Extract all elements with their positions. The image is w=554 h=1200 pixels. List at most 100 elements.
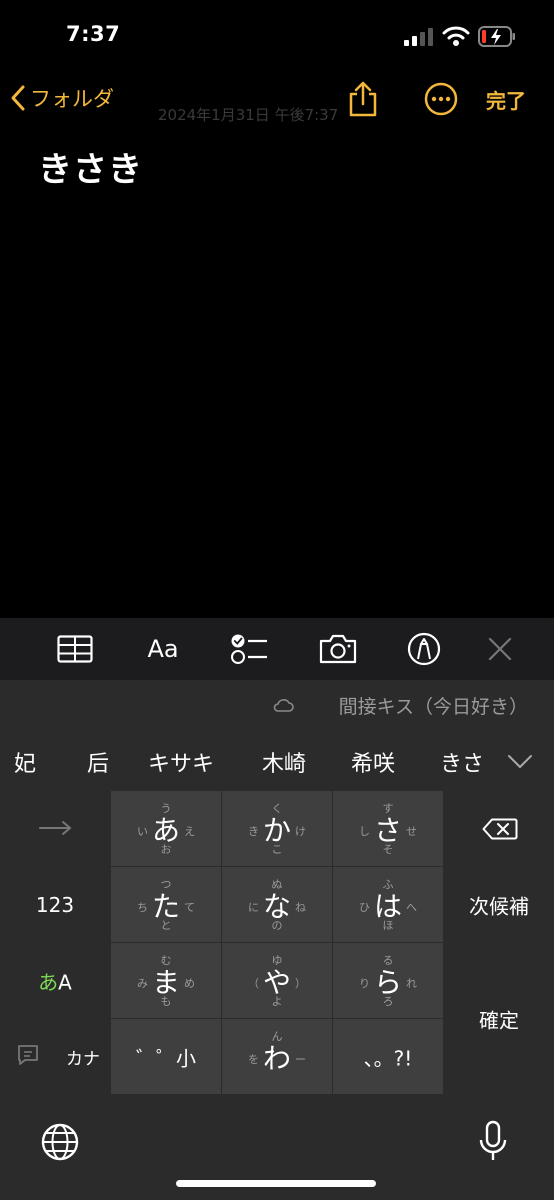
kana-key-flick-bottom: ろ: [382, 995, 394, 1008]
cursor-right-key[interactable]: [0, 791, 110, 866]
confirm-key[interactable]: 確定: [444, 943, 554, 1094]
cloud-icon: [273, 699, 294, 712]
kana-key-flick-top: ふ: [382, 878, 394, 891]
kana-key-flick-bottom: ほ: [382, 919, 394, 932]
key-label: 次候補: [469, 894, 529, 918]
key-label: 123: [35, 892, 75, 917]
kana-key-flick-left: い: [137, 825, 148, 838]
table-button[interactable]: [56, 632, 94, 666]
kana-key-flick-top: ぬ: [271, 878, 283, 891]
candidate-item[interactable]: 希咲: [351, 746, 395, 778]
candidate-item[interactable]: 后: [87, 746, 109, 778]
chevron-down-icon[interactable]: [506, 752, 534, 770]
wifi-icon: [442, 26, 470, 46]
emoji-key[interactable]: [0, 1019, 55, 1094]
key-label: 確定: [479, 1008, 519, 1032]
kana-key-flick-bottom: の: [271, 919, 283, 932]
key-label: カナ: [66, 1049, 100, 1069]
kana-key-flick-right: せ: [406, 825, 417, 838]
kana-key[interactable]: やゆ（）よ: [222, 943, 332, 1018]
kana-key[interactable]: まむみめも: [111, 943, 221, 1018]
note-text[interactable]: きさき: [38, 142, 143, 191]
checklist-icon: [231, 634, 267, 664]
kana-key[interactable]: なぬにねの: [222, 867, 332, 942]
microphone-icon[interactable]: [478, 1120, 508, 1164]
kana-key[interactable]: わんをー: [222, 1019, 332, 1094]
markup-button[interactable]: [406, 632, 442, 666]
kana-key[interactable]: ゛゜小: [111, 1019, 221, 1094]
kana-key-main: 、。?!: [363, 1046, 413, 1070]
kana-key-flick-right: て: [184, 901, 195, 914]
kana-key-flick-bottom: こ: [271, 843, 283, 856]
kana-key[interactable]: はふひへほ: [333, 867, 443, 942]
kana-key[interactable]: 、。?!: [333, 1019, 443, 1094]
message-icon: [18, 1045, 38, 1065]
kana-key-flick-right: め: [184, 977, 195, 990]
candidate-item[interactable]: 木崎: [262, 746, 306, 778]
next-candidate-key[interactable]: 次候補: [444, 867, 554, 942]
kana-key-flick-right: へ: [406, 901, 417, 914]
kana-key-flick-top: る: [382, 954, 394, 967]
candidate-item[interactable]: 妃: [14, 746, 36, 778]
share-icon[interactable]: [346, 80, 380, 118]
kana-key-flick-right: え: [184, 825, 195, 838]
kana-key[interactable]: カナ: [56, 1019, 110, 1094]
battery-low-icon: [478, 26, 515, 47]
back-button[interactable]: フォルダ: [10, 80, 114, 116]
kana-key[interactable]: あういえお: [111, 791, 221, 866]
kana-key-flick-bottom: お: [160, 843, 172, 856]
kana-key[interactable]: らるりれろ: [333, 943, 443, 1018]
candidate-bar: 妃 后 キサキ 木崎 希咲 きさ: [0, 738, 554, 786]
kana-key-flick-top: ん: [271, 1030, 283, 1043]
status-time: 7:37: [66, 22, 121, 46]
close-icon: [488, 637, 512, 661]
kana-key-flick-left: み: [137, 977, 148, 990]
kana-key-flick-right: れ: [406, 977, 417, 990]
kana-key-flick-top: く: [271, 802, 283, 815]
arrow-right-icon: [39, 821, 72, 835]
kana-key-flick-right: ね: [295, 901, 306, 914]
camera-icon: [319, 634, 357, 664]
kana-key-flick-top: つ: [160, 878, 172, 891]
kana-key-flick-top: す: [382, 802, 394, 815]
more-options-icon[interactable]: [424, 82, 458, 116]
prediction-suggestion[interactable]: 間接キス（今日好き）: [339, 692, 528, 719]
candidate-item[interactable]: キサキ: [148, 746, 214, 778]
number-mode-key[interactable]: 123: [0, 867, 110, 942]
markup-pen-icon: [407, 632, 441, 666]
delete-key[interactable]: [444, 791, 554, 866]
kana-key[interactable]: さすしせそ: [333, 791, 443, 866]
back-label: フォルダ: [30, 87, 114, 111]
kana-key-flick-left: し: [359, 825, 370, 838]
camera-button[interactable]: [318, 632, 358, 666]
kana-key-flick-top: む: [160, 954, 172, 967]
kana-key-flick-left: （: [248, 977, 259, 990]
checklist-button[interactable]: [230, 632, 268, 666]
note-date: 2024年1月31日 午後7:37: [158, 106, 339, 124]
delete-icon: [482, 818, 518, 840]
kana-key-flick-top: ゆ: [271, 954, 283, 967]
format-button[interactable]: Aa: [142, 632, 184, 666]
kana-key-flick-bottom: と: [160, 919, 172, 932]
candidate-item[interactable]: きさ: [440, 746, 484, 778]
kana-key[interactable]: たつちてと: [111, 867, 221, 942]
kana-key-flick-right: け: [295, 825, 306, 838]
kana-key-flick-right: ）: [295, 977, 306, 990]
kana-key-flick-left: に: [248, 901, 259, 914]
kana-key-flick-bottom: そ: [382, 843, 394, 856]
kana-key-flick-bottom: よ: [271, 995, 283, 1008]
globe-icon[interactable]: [40, 1122, 80, 1162]
cellular-signal-icon: [404, 28, 433, 46]
format-toolbar: Aa: [0, 618, 554, 680]
kana-key-flick-left: ひ: [359, 901, 370, 914]
mode-label-kana: あ: [38, 970, 59, 994]
kana-key[interactable]: かくきけこ: [222, 791, 332, 866]
kana-key-flick-left: を: [248, 1053, 259, 1066]
input-mode-key[interactable]: あA: [0, 943, 110, 1018]
kana-key-main: ゛゜小: [136, 1046, 196, 1070]
format-label: Aa: [147, 635, 179, 663]
close-toolbar-button[interactable]: [486, 632, 514, 666]
done-button[interactable]: 完了: [486, 85, 526, 114]
home-indicator: [176, 1180, 376, 1187]
kana-key-flick-left: り: [359, 977, 370, 990]
